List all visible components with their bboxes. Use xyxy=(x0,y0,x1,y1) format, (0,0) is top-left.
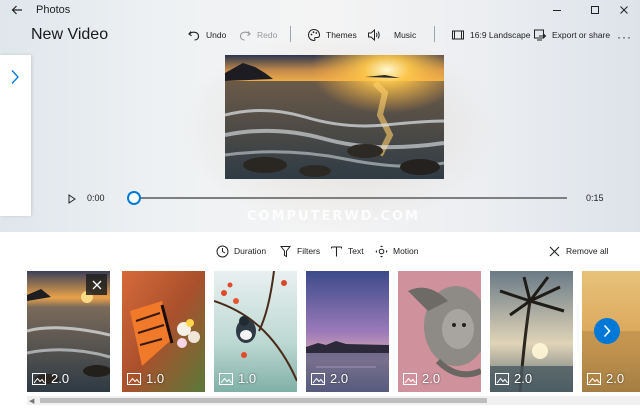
text-icon xyxy=(330,245,343,258)
aspect-ratio-label: 16:9 Landscape xyxy=(470,30,531,40)
page-title: New Video xyxy=(31,26,109,43)
scroll-next-button[interactable] xyxy=(594,318,620,344)
redo-icon xyxy=(238,28,252,42)
aspect-ratio-icon xyxy=(451,28,465,42)
motion-label: Motion xyxy=(393,246,419,256)
storyboard-card[interactable]: 1.0 xyxy=(214,271,297,392)
storyboard-card[interactable]: 2.0 xyxy=(306,271,389,392)
duration-label: Duration xyxy=(234,246,267,256)
image-icon xyxy=(311,372,325,385)
clip-duration: 2.0 xyxy=(32,371,69,386)
image-icon xyxy=(587,372,601,385)
image-icon xyxy=(403,372,417,385)
clip-duration-value: 2.0 xyxy=(606,371,625,386)
export-icon xyxy=(533,28,547,42)
music-button[interactable]: Music xyxy=(367,27,416,43)
seek-bar[interactable] xyxy=(133,197,567,199)
export-share-label: Export or share xyxy=(552,30,611,40)
close-window-button[interactable] xyxy=(616,2,632,18)
themes-label: Themes xyxy=(326,30,357,40)
text-label: Text xyxy=(348,246,364,256)
close-icon xyxy=(92,280,101,289)
clip-duration-value: 1.0 xyxy=(238,371,257,386)
clip-duration: 2.0 xyxy=(403,371,440,386)
duration-button[interactable]: Duration xyxy=(216,244,266,258)
close-icon xyxy=(548,245,561,258)
undo-label: Undo xyxy=(206,30,227,40)
maximize-button[interactable] xyxy=(587,2,603,18)
export-share-button[interactable]: Export or share xyxy=(533,27,610,43)
remove-all-button[interactable]: Remove all xyxy=(548,244,609,258)
filters-icon xyxy=(279,245,292,258)
play-button[interactable] xyxy=(67,192,77,204)
horizontal-scrollbar[interactable]: ◀ xyxy=(27,396,640,405)
storyboard-card[interactable]: 2.0 xyxy=(490,271,573,392)
current-time: 0:00 xyxy=(87,193,105,203)
editor-top-area: Photos New Video Undo Redo Themes Music … xyxy=(0,0,640,232)
storyboard-card[interactable]: 2.0 xyxy=(398,271,481,392)
text-button[interactable]: Text xyxy=(330,244,364,258)
clip-duration-value: 2.0 xyxy=(514,371,533,386)
more-options-button[interactable]: ··· xyxy=(617,30,632,44)
seek-thumb[interactable] xyxy=(127,191,141,205)
back-arrow-icon[interactable] xyxy=(10,3,24,17)
clip-duration: 2.0 xyxy=(587,371,624,386)
themes-button[interactable]: Themes xyxy=(307,27,357,43)
undo-button[interactable]: Undo xyxy=(187,27,226,43)
image-icon xyxy=(219,372,233,385)
palette-icon xyxy=(307,28,321,42)
clip-duration: 2.0 xyxy=(311,371,348,386)
clip-duration: 2.0 xyxy=(495,371,532,386)
scroll-left-arrow-icon[interactable]: ◀ xyxy=(29,397,34,405)
redo-label: Redo xyxy=(257,30,278,40)
image-icon xyxy=(32,372,46,385)
clip-duration-value: 2.0 xyxy=(422,371,441,386)
chevron-right-icon xyxy=(603,324,611,338)
scrollbar-thumb[interactable] xyxy=(40,398,487,403)
music-label: Music xyxy=(394,30,417,40)
toolbar-divider xyxy=(290,26,291,42)
image-icon xyxy=(127,372,141,385)
clip-duration-value: 2.0 xyxy=(330,371,349,386)
filters-button[interactable]: Filters xyxy=(279,244,320,258)
undo-icon xyxy=(187,28,201,42)
chevron-right-icon[interactable] xyxy=(10,69,20,90)
storyboard: 2.0 1.0 1.0 2.0 2.0 2.0 2.0 xyxy=(27,271,640,393)
clock-icon xyxy=(216,245,229,258)
clip-duration: 1.0 xyxy=(127,371,164,386)
clip-duration: 1.0 xyxy=(219,371,256,386)
total-time: 0:15 xyxy=(586,193,604,203)
storyboard-card[interactable]: 2.0 xyxy=(27,271,110,392)
watermark: COMPUTERWD.COM xyxy=(247,209,420,224)
aspect-ratio-button[interactable]: 16:9 Landscape xyxy=(451,27,531,43)
app-title: Photos xyxy=(36,4,71,16)
speaker-icon xyxy=(367,28,381,42)
clip-duration-value: 1.0 xyxy=(146,371,165,386)
title-bar: Photos xyxy=(0,0,640,20)
toolbar-divider xyxy=(434,26,435,42)
redo-button[interactable]: Redo xyxy=(238,27,277,43)
motion-button[interactable]: Motion xyxy=(375,244,419,258)
storyboard-card[interactable]: 1.0 xyxy=(122,271,205,392)
motion-icon xyxy=(375,245,388,258)
project-library-panel[interactable] xyxy=(0,55,31,216)
minimize-button[interactable] xyxy=(549,2,565,18)
image-icon xyxy=(495,372,509,385)
clip-duration-value: 2.0 xyxy=(51,371,70,386)
remove-all-label: Remove all xyxy=(566,246,609,256)
filters-label: Filters xyxy=(297,246,321,256)
remove-clip-button[interactable] xyxy=(86,274,107,295)
video-preview xyxy=(225,55,444,179)
